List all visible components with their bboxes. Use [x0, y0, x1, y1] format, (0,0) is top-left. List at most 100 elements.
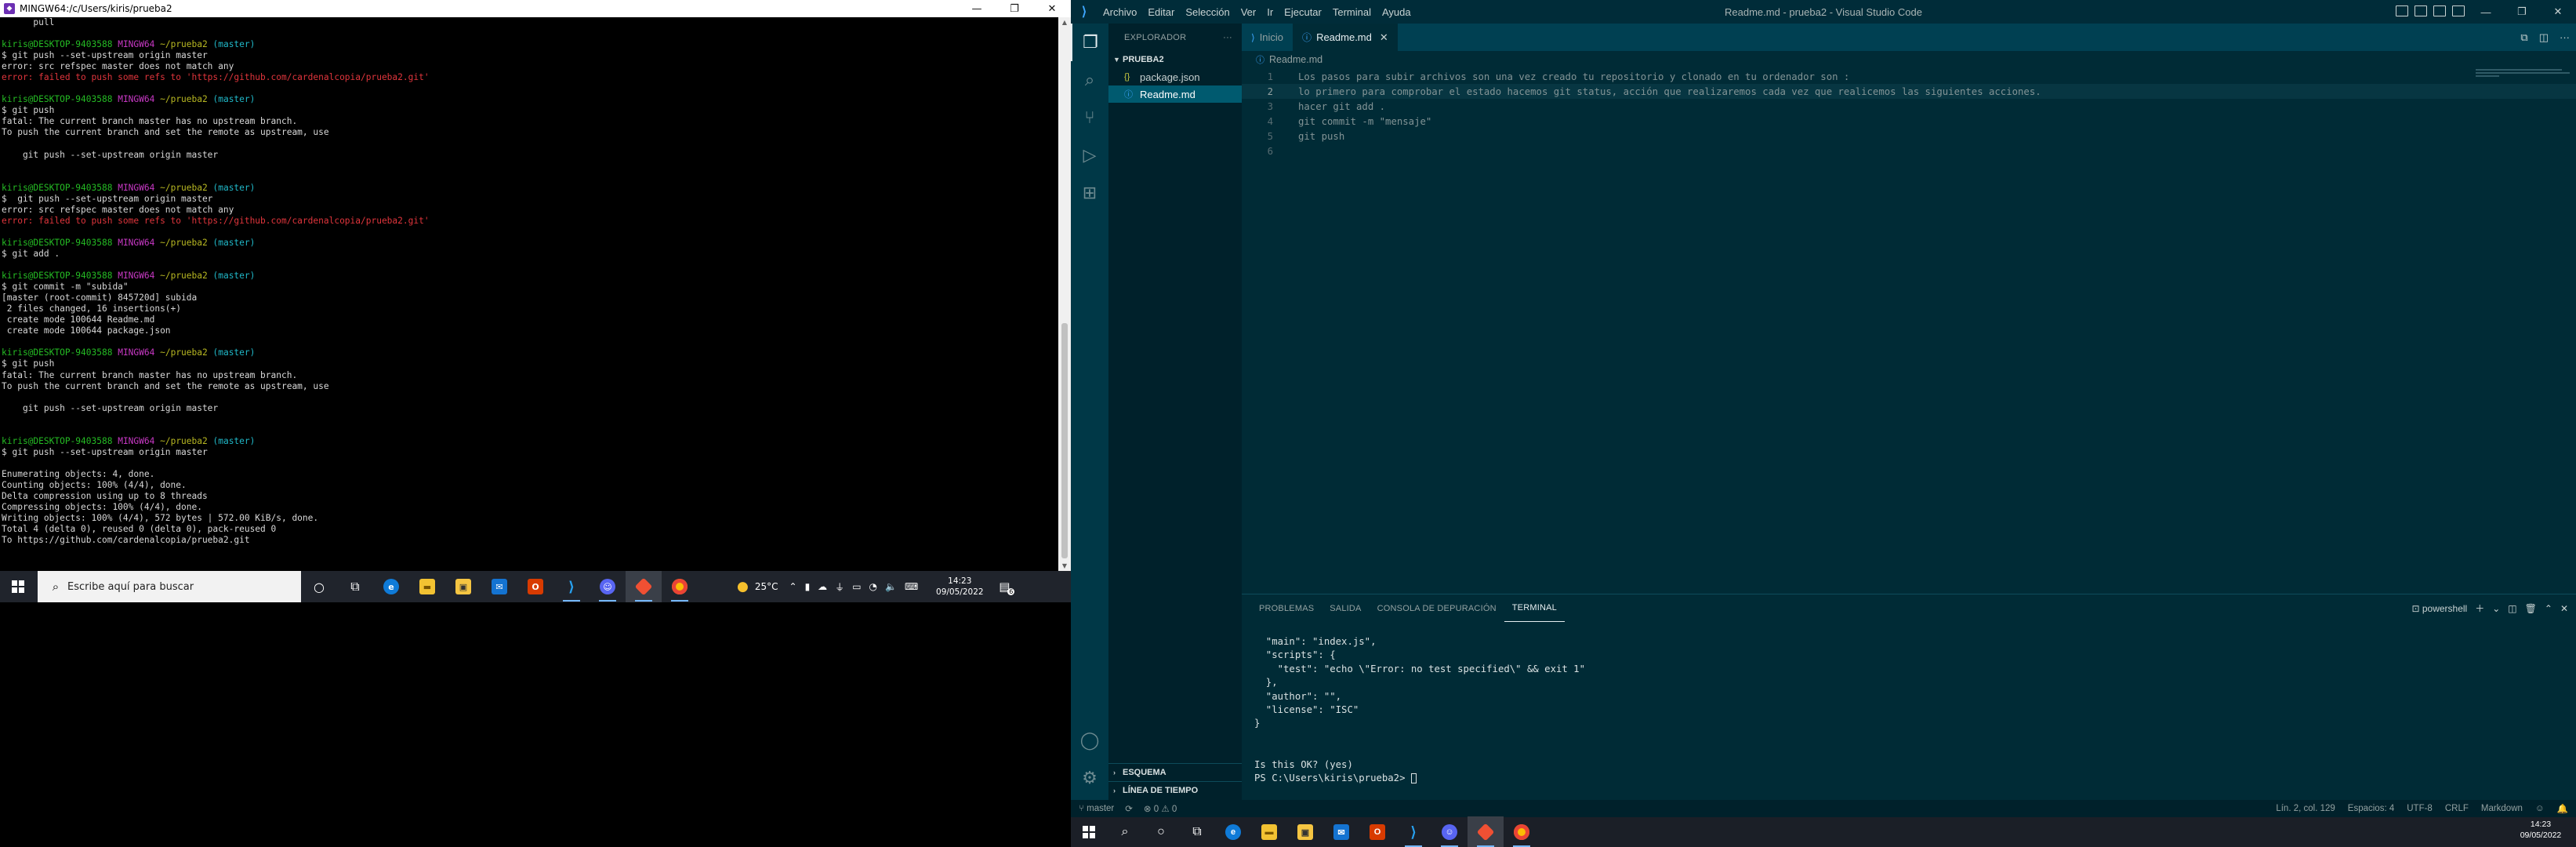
chrome-taskbar-icon[interactable] — [1504, 816, 1540, 847]
maximize-panel-icon[interactable]: ⌃ — [2545, 603, 2552, 614]
vscode-taskbar-icon[interactable]: ⟩ — [1395, 816, 1431, 847]
store-icon[interactable]: ▣ — [1287, 816, 1323, 847]
integrated-terminal[interactable]: "main": "index.js", "scripts": { "test":… — [1254, 635, 1585, 785]
vscode-taskbar-icon[interactable]: ⟩ — [553, 571, 590, 602]
outline-section[interactable]: › ESQUEMA — [1108, 763, 1242, 780]
code-line[interactable]: 5 git push — [1242, 129, 2576, 144]
vscode-titlebar[interactable]: ⟩ Archivo Editar Selección Ver Ir Ejecut… — [1071, 0, 2576, 24]
bell-icon[interactable]: 🔔 — [2557, 803, 2568, 814]
maximize-button[interactable]: ❐ — [996, 0, 1033, 17]
tray-app-icon[interactable]: ▮ — [805, 581, 811, 592]
code-line[interactable]: 4 git commit -m "mensaje" — [1242, 114, 2576, 129]
git-bash-taskbar-icon[interactable] — [1468, 816, 1504, 847]
explorer-icon[interactable]: ❐ — [1071, 24, 1108, 61]
notification-icon[interactable]: ▤ 6 — [990, 571, 1018, 602]
discord-taskbar-icon[interactable]: ☺ — [1431, 816, 1468, 847]
vscode-minimize-button[interactable]: — — [2468, 0, 2504, 24]
close-button[interactable]: ✕ — [1033, 0, 1071, 17]
cursor-position[interactable]: Lín. 2, col. 129 — [2276, 804, 2335, 813]
code-line[interactable]: 3 hacer git add . — [1242, 99, 2576, 114]
cortana-icon[interactable]: ○ — [301, 571, 337, 602]
taskbar-search-box[interactable]: ⌕ Escribe aquí para buscar — [38, 571, 301, 602]
file-explorer-icon[interactable]: ▬ — [409, 571, 445, 602]
tab-problemas[interactable]: PROBLEMAS — [1251, 594, 1322, 622]
tab-consola-depuracion[interactable]: CONSOLA DE DEPURACIÓN — [1370, 594, 1504, 622]
split-terminal-icon[interactable]: ◫ — [2508, 603, 2516, 614]
new-terminal-icon[interactable]: ＋ — [2475, 602, 2484, 615]
terminal-prompt-line[interactable]: PS C:\Users\kiris\prueba2> — [1254, 772, 1585, 785]
breadcrumb[interactable]: ⓘ Readme.md — [1242, 51, 1322, 68]
trash-icon[interactable]: 🗑 — [2525, 603, 2537, 614]
code-line[interactable]: 2 lo primero para comprobar el estado hac… — [1242, 84, 2576, 99]
code-line[interactable]: 6 — [1242, 144, 2576, 158]
office-icon[interactable]: O — [1359, 816, 1395, 847]
menu-terminal[interactable]: Terminal — [1327, 6, 1377, 18]
windows-start-icon[interactable] — [0, 571, 36, 602]
code-editor[interactable]: 1 Los pasos para subir archivos son una v… — [1242, 69, 2576, 158]
menu-editar[interactable]: Editar — [1142, 6, 1180, 18]
branch-status[interactable]: ⑂ master — [1079, 804, 1114, 813]
discord-taskbar-icon[interactable]: ☺ — [590, 571, 626, 602]
weather-icon[interactable]: ● — [737, 579, 749, 594]
feedback-icon[interactable]: ☺ — [2535, 804, 2545, 813]
tab-salida[interactable]: SALIDA — [1322, 594, 1369, 622]
git-bash-output[interactable]: pull kiris@DESKTOP-9403588 MINGW64 ~/prue… — [0, 17, 1058, 571]
office-icon[interactable]: O — [517, 571, 553, 602]
more-actions-icon[interactable]: ··· — [1223, 33, 1232, 42]
end-of-line[interactable]: CRLF — [2445, 804, 2469, 813]
file-readme-md[interactable]: ⓘ Readme.md — [1108, 85, 1242, 103]
terminal-shell-selector[interactable]: ⊡ powershell — [2411, 603, 2467, 614]
timeline-section[interactable]: › LÍNEA DE TIEMPO — [1108, 781, 1242, 798]
cloud-icon[interactable]: ☁ — [818, 581, 827, 592]
customize-layout-icon[interactable] — [2452, 5, 2465, 16]
scroll-up-icon[interactable]: ▲ — [1058, 19, 1071, 26]
keyboard-icon[interactable]: ⌨ — [905, 581, 918, 592]
scrollbar-thumb[interactable] — [1061, 323, 1068, 558]
git-bash-taskbar-icon[interactable] — [626, 571, 662, 602]
split-editor-icon[interactable]: ◫ — [2539, 31, 2549, 44]
chrome-taskbar-icon[interactable] — [662, 571, 698, 602]
git-bash-titlebar[interactable]: ◆ MINGW64:/c/Users/kiris/prueba2 — ❐ ✕ — [0, 0, 1071, 17]
mail-icon[interactable]: ✉ — [481, 571, 517, 602]
taskbar-clock[interactable]: 14:23 09/05/2022 — [2510, 819, 2571, 841]
cortana-icon[interactable]: ○ — [1143, 816, 1179, 847]
indentation[interactable]: Espacios: 4 — [2348, 804, 2394, 813]
menu-archivo[interactable]: Archivo — [1098, 6, 1142, 18]
problems-status[interactable]: ⊗ 0 ⚠ 0 — [1144, 803, 1177, 814]
network-icon[interactable]: ◔ — [869, 581, 877, 592]
minimize-button[interactable]: — — [958, 0, 996, 17]
account-icon[interactable]: ◯ — [1071, 722, 1108, 759]
minimap[interactable] — [2476, 69, 2570, 78]
close-panel-icon[interactable]: ✕ — [2560, 603, 2568, 614]
extensions-icon[interactable]: ⊞ — [1071, 174, 1108, 212]
tab-readme[interactable]: ⓘ Readme.md ✕ — [1293, 24, 1398, 51]
taskbar-clock[interactable]: 14:23 09/05/2022 — [929, 576, 990, 598]
tab-terminal[interactable]: TERMINAL — [1504, 594, 1565, 622]
task-view-icon[interactable]: ⧉ — [337, 571, 373, 602]
tab-inicio[interactable]: ⟩ Inicio — [1242, 24, 1293, 51]
menu-seleccion[interactable]: Selección — [1180, 6, 1235, 18]
settings-gear-icon[interactable]: ⚙ — [1071, 759, 1108, 797]
folder-prueba2[interactable]: ▼ PRUEBA2 — [1108, 51, 1242, 68]
volume-icon[interactable]: 🔈 — [885, 581, 897, 592]
menu-ayuda[interactable]: Ayuda — [1377, 6, 1417, 18]
toggle-panel-icon[interactable] — [2415, 5, 2427, 16]
menu-ver[interactable]: Ver — [1235, 6, 1262, 18]
file-explorer-icon[interactable]: ▬ — [1251, 816, 1287, 847]
encoding[interactable]: UTF-8 — [2407, 804, 2433, 813]
chevron-up-icon[interactable]: ⌃ — [789, 581, 797, 592]
menu-ejecutar[interactable]: Ejecutar — [1279, 6, 1327, 18]
vscode-restore-button[interactable]: ❐ — [2504, 0, 2540, 24]
file-package-json[interactable]: {} package.json — [1108, 68, 1242, 85]
edge-icon[interactable]: e — [1215, 816, 1251, 847]
close-tab-icon[interactable]: ✕ — [1380, 31, 1388, 44]
scroll-down-icon[interactable]: ▼ — [1058, 562, 1071, 569]
usb-icon[interactable]: ⏚ — [835, 580, 844, 594]
toggle-secondary-sidebar-icon[interactable] — [2433, 5, 2446, 16]
search-icon[interactable]: ⌕ — [1107, 816, 1143, 847]
chevron-down-icon[interactable]: ⌄ — [2492, 603, 2500, 614]
code-line[interactable]: 1 Los pasos para subir archivos son una v… — [1242, 69, 2576, 84]
store-icon[interactable]: ▣ — [445, 571, 481, 602]
sync-icon[interactable]: ⟳ — [1125, 803, 1133, 814]
vscode-close-button[interactable]: ✕ — [2540, 0, 2576, 24]
